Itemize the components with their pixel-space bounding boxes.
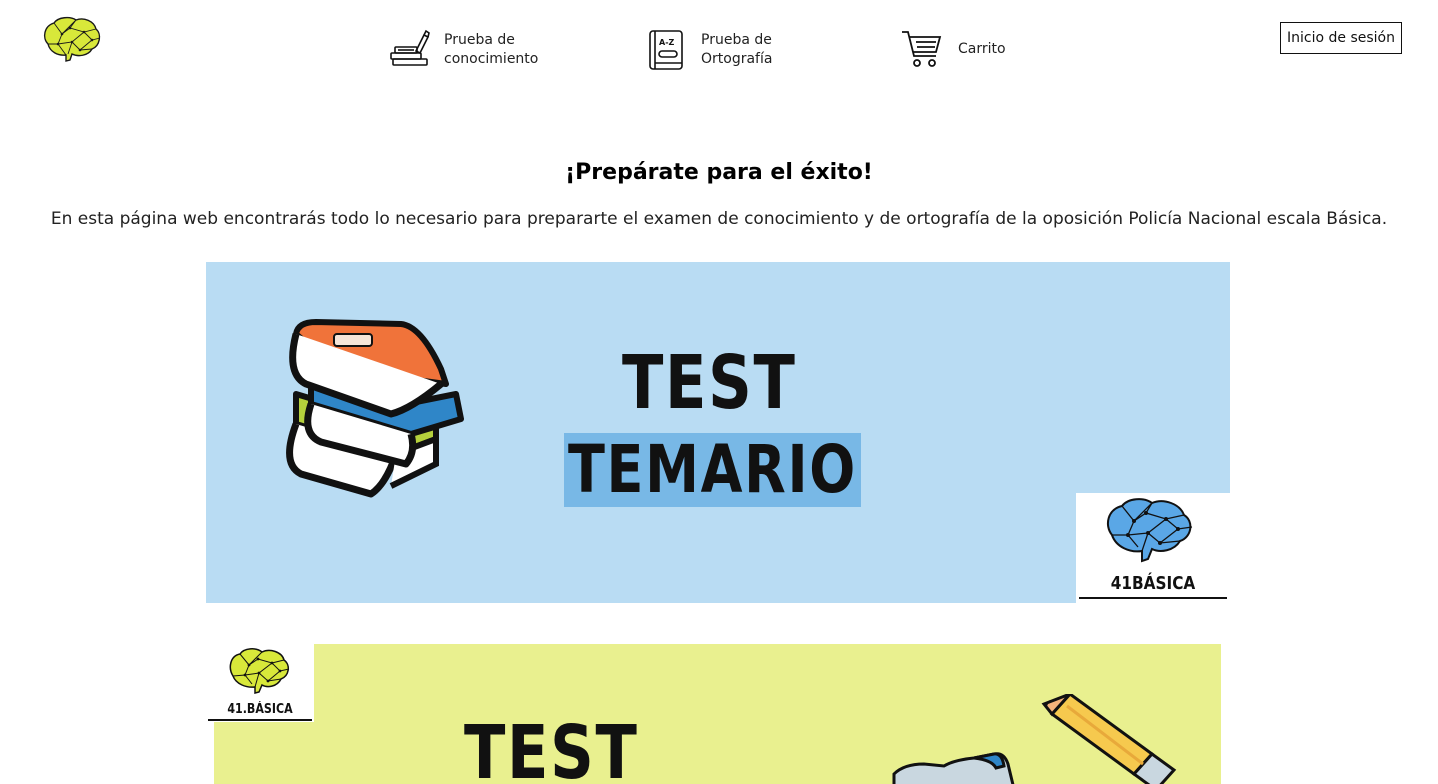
banner-test-temario[interactable]: TEST TEMARIO 41BÁSICA — [206, 262, 1230, 603]
brand-name: 41BÁSICA — [1110, 573, 1196, 594]
nav-cart[interactable]: Carrito — [900, 28, 1068, 70]
banner-test-ortografia[interactable]: TEST — [214, 644, 1221, 784]
brand-badge: 41BÁSICA — [1076, 493, 1230, 603]
shopping-cart-icon — [900, 28, 942, 70]
books-pencil-icon — [388, 29, 430, 71]
books-icon — [276, 314, 476, 504]
banner2-title-test: TEST — [464, 710, 639, 784]
banner1-title-test: TEST — [622, 340, 797, 426]
site-header: Prueba de conocimiento A-Z Prueba de Ort… — [0, 0, 1438, 100]
dictionary-icon-text: A-Z — [659, 38, 675, 47]
banner1-title-temario: TEMARIO — [568, 431, 857, 508]
brain-logo-blue-icon — [1102, 495, 1198, 567]
brain-logo-icon[interactable] — [40, 14, 102, 64]
brand-underline-2 — [208, 719, 312, 721]
page-title: ¡Prepárate para el éxito! — [565, 160, 873, 185]
login-button[interactable]: Inicio de sesión — [1280, 22, 1402, 54]
page-description: En esta página web encontrarás todo lo n… — [50, 209, 1388, 229]
brain-logo-yellow-icon — [226, 646, 292, 698]
pencil-icon — [884, 691, 1204, 784]
nav-cart-label: Carrito — [958, 40, 1006, 57]
brand-name-2: 41.BÁSICA — [227, 702, 293, 717]
nav-spelling-label: Prueba de Ortografía — [701, 32, 773, 67]
banner1-highlight: TEMARIO — [564, 433, 861, 507]
dictionary-icon: A-Z — [645, 29, 687, 71]
brand-badge-2: 41.BÁSICA — [206, 640, 314, 722]
nav-knowledge-label: Prueba de conocimiento — [444, 32, 539, 67]
brand-underline — [1079, 597, 1227, 599]
nav-spelling-test[interactable]: A-Z Prueba de Ortografía — [645, 29, 811, 71]
nav-knowledge-test[interactable]: Prueba de conocimiento — [388, 29, 554, 71]
